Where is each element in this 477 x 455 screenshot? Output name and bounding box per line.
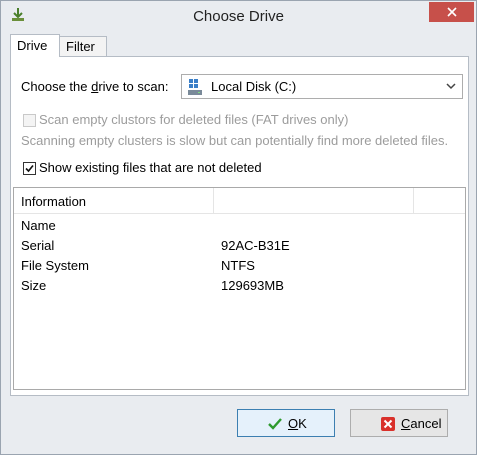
title-bar[interactable]: Choose Drive: [1, 1, 476, 31]
cancel-button[interactable]: Cancel: [350, 409, 448, 437]
close-button[interactable]: [429, 2, 474, 22]
chevron-down-icon: [446, 83, 456, 90]
row-value: 129693MB: [221, 278, 284, 293]
table-row: Serial 92AC-B31E: [14, 236, 465, 256]
column-header-information[interactable]: Information: [14, 188, 214, 214]
row-key: File System: [21, 258, 89, 273]
ok-label: OK: [288, 416, 307, 431]
cancel-label: Cancel: [401, 416, 442, 431]
table-row: File System NTFS: [14, 256, 465, 276]
column-header-value[interactable]: [214, 188, 414, 214]
window-title: Choose Drive: [193, 8, 284, 25]
information-header-label: Information: [21, 194, 87, 209]
table-row: Name: [14, 216, 465, 236]
checkmark-icon: [25, 164, 34, 173]
ok-button[interactable]: OK: [237, 409, 335, 437]
tab-drive[interactable]: Drive: [10, 34, 60, 57]
drive-tab-panel: Choose the drive to scan: Local Disk (C:…: [10, 56, 469, 396]
table-row: Size 129693MB: [14, 276, 465, 296]
row-value: 92AC-B31E: [221, 238, 290, 253]
tab-filter[interactable]: Filter: [59, 36, 107, 56]
checkmark-icon: [268, 418, 282, 430]
row-key: Size: [21, 278, 47, 293]
show-existing-checkbox[interactable]: [23, 162, 36, 175]
hard-drive-icon: [188, 79, 202, 95]
row-value: NTFS: [221, 258, 255, 273]
scan-empty-checkbox[interactable]: [23, 114, 36, 127]
drive-select[interactable]: Local Disk (C:): [181, 74, 463, 99]
scan-empty-hint: Scanning empty clusters is slow but can …: [21, 133, 449, 148]
row-key: Name: [21, 218, 56, 233]
drive-selected-value: Local Disk (C:): [211, 79, 297, 94]
information-table: Information Name Serial 92AC-B31E File S…: [13, 187, 466, 390]
information-header: Information: [14, 188, 465, 214]
choose-drive-label: Choose the drive to scan:: [21, 79, 168, 94]
tab-filter-label: Filter: [66, 39, 95, 54]
cancel-icon: [381, 417, 395, 431]
tab-drive-label: Drive: [17, 38, 48, 53]
scan-empty-label: Scan empty clustors for deleted files (F…: [39, 112, 349, 127]
close-icon: [446, 7, 457, 17]
show-existing-label: Show existing files that are not deleted: [39, 160, 262, 175]
row-key: Serial: [21, 238, 55, 253]
choose-label-pre: Choose the: [21, 79, 92, 94]
choose-label-post: rive to scan:: [98, 79, 169, 94]
choose-drive-dialog: Choose Drive Drive Filter Choose the dri…: [0, 0, 477, 455]
